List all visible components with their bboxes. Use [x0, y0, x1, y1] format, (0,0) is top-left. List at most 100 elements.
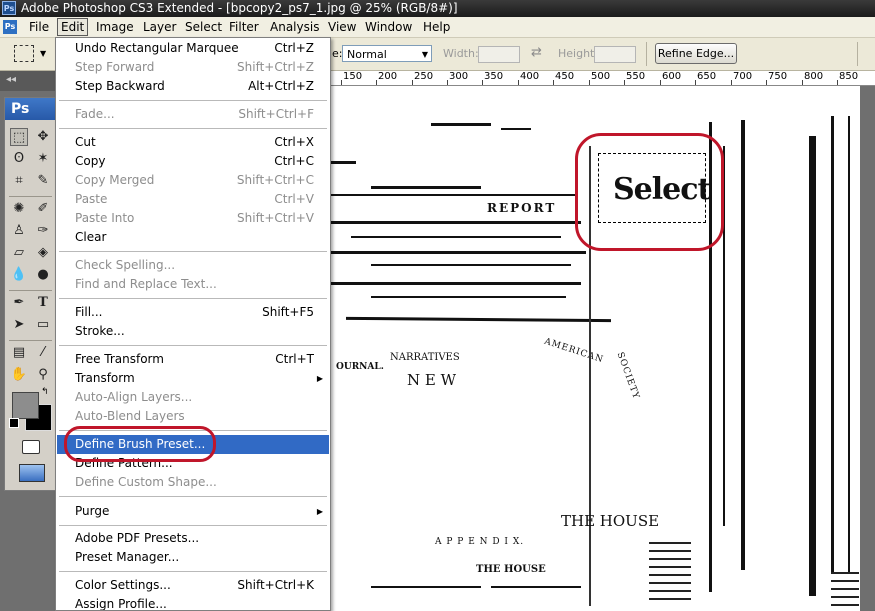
menu-item-paste-into: Paste Into Shift+Ctrl+V	[75, 211, 314, 225]
menu-item-find-replace: Find and Replace Text...	[75, 277, 217, 291]
menu-separator	[59, 571, 327, 572]
menu-item-copy[interactable]: Copy Ctrl+C	[57, 152, 329, 171]
menu-separator	[59, 128, 327, 129]
rectangular-marquee-tool-icon[interactable]: ⬚	[10, 128, 28, 146]
zoom-tool-icon[interactable]: ⚲	[34, 366, 52, 384]
eraser-tool-icon[interactable]: ▱	[10, 244, 28, 262]
blur-tool-icon[interactable]: 💧	[10, 266, 28, 284]
menu-item-purge[interactable]: Purge ▶	[57, 502, 329, 521]
collapse-panel-icon[interactable]: ◂◂	[6, 74, 16, 85]
scan-mark	[331, 282, 581, 285]
quick-mask-icon[interactable]	[22, 440, 40, 454]
doc-american-text: AMERICAN	[542, 336, 605, 366]
menu-window[interactable]: Window	[362, 19, 415, 35]
menu-separator	[59, 251, 327, 252]
doc-the-house-subheading: THE HOUSE	[476, 564, 546, 575]
scan-mark	[371, 186, 481, 189]
menu-item-cut[interactable]: Cut Ctrl+X	[57, 133, 329, 152]
style-select[interactable]: Normal ▼	[342, 45, 432, 62]
lasso-tool-icon[interactable]: ʘ	[10, 150, 28, 168]
submenu-arrow-icon: ▶	[316, 507, 323, 516]
menu-item-preset-manager[interactable]: Preset Manager...	[57, 548, 329, 567]
menu-item-stroke[interactable]: Stroke...	[57, 322, 329, 341]
ruler-label: 800	[804, 71, 824, 82]
refine-edge-button[interactable]: Refine Edge...	[655, 43, 737, 64]
scan-column-bar	[831, 116, 834, 596]
menu-select[interactable]: Select	[182, 19, 225, 35]
doc-text-column	[649, 542, 691, 602]
horizontal-ruler: 150 200 250 300 350 400 450 500 550 600 …	[331, 71, 875, 86]
notes-tool-icon[interactable]: ▤	[10, 344, 28, 362]
photoshop-menu-icon[interactable]: Ps	[3, 20, 17, 34]
rectangular-marquee-preset-icon[interactable]	[14, 45, 34, 62]
menu-item-clear[interactable]: Clear	[57, 228, 329, 247]
menu-item-color-settings[interactable]: Color Settings... Shift+Ctrl+K	[57, 576, 329, 595]
style-label: e:	[332, 47, 343, 60]
brush-tool-icon[interactable]: ✐	[34, 200, 52, 218]
default-colors-icon[interactable]	[9, 418, 19, 428]
scan-mark	[371, 264, 571, 266]
photoshop-app-icon: Ps	[2, 1, 16, 15]
swap-colors-icon[interactable]: ↰	[41, 387, 49, 397]
ruler-label: 400	[520, 71, 540, 82]
document-canvas[interactable]: REPORT OURNAL. NARRATIVES N E W AMERICAN…	[331, 86, 860, 611]
menu-separator	[59, 100, 327, 101]
menu-file[interactable]: File	[26, 19, 52, 35]
hand-tool-icon[interactable]: ✋	[10, 366, 28, 384]
history-brush-tool-icon[interactable]: ✑	[34, 222, 52, 240]
title-bar: Ps Adobe Photoshop CS3 Extended - [bpcop…	[0, 0, 875, 17]
menu-item-transform[interactable]: Transform ▶	[57, 369, 329, 388]
menu-separator	[59, 525, 327, 526]
ruler-label: 750	[768, 71, 788, 82]
ruler-label: 250	[414, 71, 434, 82]
move-tool-icon[interactable]: ✥	[34, 128, 52, 146]
menu-item-assign-profile[interactable]: Assign Profile...	[57, 595, 329, 610]
width-label: Width:	[443, 47, 479, 60]
canvas-background	[860, 86, 875, 611]
scan-mark	[371, 586, 481, 588]
menu-item-fill[interactable]: Fill... Shift+F5	[57, 303, 329, 322]
menu-item-auto-blend-layers: Auto-Blend Layers	[75, 409, 185, 423]
tools-panel: Ps ⬚ ✥ ʘ ✶ ⌗ ✎ ✺ ✐ ♙ ✑ ▱ ◈ 💧 ● ✒ T ➤ ▭ ▤…	[4, 97, 57, 491]
menu-item-adobe-pdf-presets[interactable]: Adobe PDF Presets...	[57, 529, 329, 548]
pen-tool-icon[interactable]: ✒	[10, 294, 28, 312]
menu-help[interactable]: Help	[420, 19, 453, 35]
crop-tool-icon[interactable]: ⌗	[10, 172, 28, 190]
menu-item-step-backward[interactable]: Step Backward Alt+Ctrl+Z	[57, 77, 329, 96]
clone-stamp-tool-icon[interactable]: ♙	[10, 222, 28, 240]
scan-mark	[331, 251, 586, 254]
rectangle-tool-icon[interactable]: ▭	[34, 316, 52, 334]
healing-brush-tool-icon[interactable]: ✺	[10, 200, 28, 218]
dodge-tool-icon[interactable]: ●	[34, 266, 52, 284]
ruler-label: 600	[662, 71, 682, 82]
edit-menu-dropdown: Undo Rectangular Marquee Ctrl+Z Step Forw…	[55, 37, 331, 611]
height-field[interactable]	[594, 46, 636, 63]
menu-layer[interactable]: Layer	[140, 19, 179, 35]
menu-filter[interactable]: Filter	[226, 19, 262, 35]
scan-column-bar	[741, 120, 745, 570]
scan-mark	[331, 161, 356, 164]
eyedropper-tool-icon[interactable]: ⁄	[34, 344, 52, 362]
menu-edit[interactable]: Edit	[57, 18, 89, 36]
preset-dropdown-arrow-icon[interactable]: ▼	[40, 49, 46, 58]
scan-mark	[431, 123, 491, 126]
scan-column-bar	[848, 116, 850, 596]
menu-item-free-transform[interactable]: Free Transform Ctrl+T	[57, 350, 329, 369]
menu-view[interactable]: View	[325, 19, 359, 35]
ruler-label: 450	[555, 71, 575, 82]
width-field[interactable]	[478, 46, 520, 63]
doc-text-column	[831, 572, 859, 611]
slice-tool-icon[interactable]: ✎	[34, 172, 52, 190]
magic-wand-tool-icon[interactable]: ✶	[34, 150, 52, 168]
screen-mode-icon[interactable]	[19, 464, 45, 482]
menu-item-undo[interactable]: Undo Rectangular Marquee Ctrl+Z	[57, 39, 329, 58]
menu-image[interactable]: Image	[93, 19, 137, 35]
menu-analysis[interactable]: Analysis	[267, 19, 322, 35]
paint-bucket-tool-icon[interactable]: ◈	[34, 244, 52, 262]
type-tool-icon[interactable]: T	[34, 294, 52, 312]
swap-dimensions-icon[interactable]: ⇄	[531, 45, 542, 60]
path-selection-tool-icon[interactable]: ➤	[10, 316, 28, 334]
height-label: Height:	[558, 47, 599, 60]
ruler-label: 550	[626, 71, 646, 82]
foreground-color-swatch-front[interactable]	[12, 392, 39, 419]
